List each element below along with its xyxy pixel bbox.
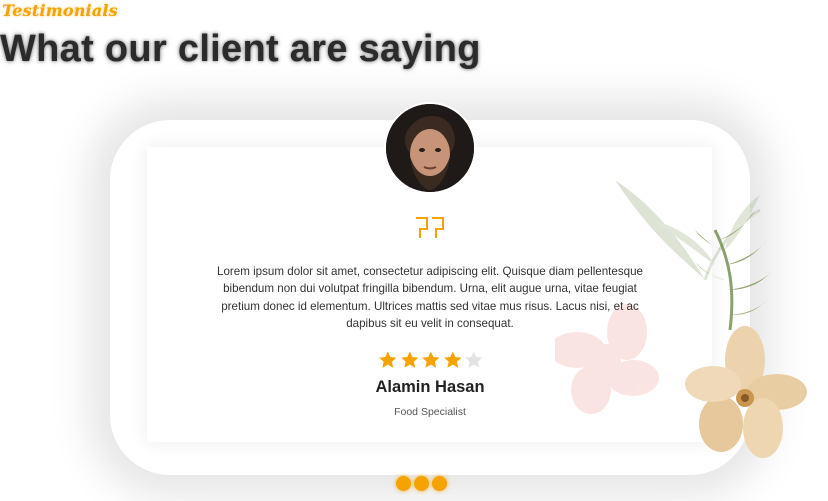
rating-stars xyxy=(378,350,484,372)
quote-icon xyxy=(416,217,444,238)
star-filled-icon xyxy=(444,351,462,368)
testimonial-text: Lorem ipsum dolor sit amet, consectetur … xyxy=(217,265,643,330)
star-filled-icon xyxy=(400,351,418,368)
pagination-dot[interactable] xyxy=(414,475,429,491)
avatar-photo xyxy=(386,104,474,192)
pagination-dot[interactable] xyxy=(396,475,411,491)
star-filled-icon xyxy=(379,351,397,368)
star-empty-icon xyxy=(465,351,483,368)
carousel-pagination xyxy=(396,474,460,492)
star-filled-icon xyxy=(422,351,440,368)
avatar xyxy=(386,104,474,192)
pagination-dot[interactable] xyxy=(432,475,447,491)
client-name: Alamin Hasan xyxy=(375,378,485,396)
section-headline: What our client are saying xyxy=(0,28,481,70)
section-eyebrow: Testimonials xyxy=(2,1,118,20)
client-role: Food Specialist xyxy=(394,406,466,418)
